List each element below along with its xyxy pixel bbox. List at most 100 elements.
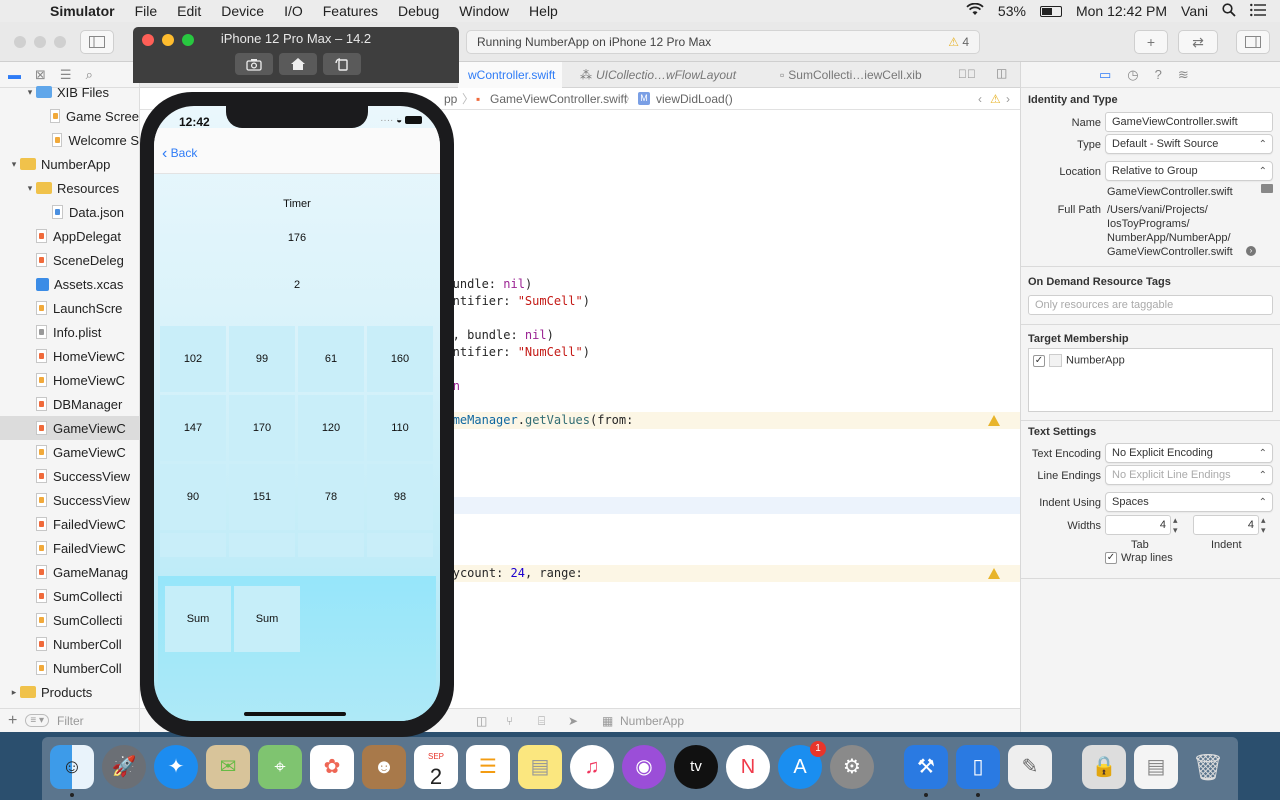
number-cell[interactable]: 147 xyxy=(160,395,226,461)
notes-icon[interactable]: ▤ xyxy=(518,745,562,789)
navigator-toggle-button[interactable] xyxy=(80,30,114,54)
number-cell[interactable]: 160 xyxy=(367,326,433,392)
number-cell[interactable]: 99 xyxy=(229,326,295,392)
navigator-item[interactable]: Info.plist xyxy=(0,320,139,344)
music-icon[interactable]: ♫ xyxy=(570,745,614,789)
menu-help[interactable]: Help xyxy=(519,3,568,19)
memory-graph-icon[interactable]: ⑂ xyxy=(506,714,513,728)
sum-collection-view[interactable]: Sum Sum xyxy=(158,576,436,721)
launchpad-icon[interactable]: 🚀 xyxy=(102,745,146,789)
jump-bar-file[interactable]: GameViewController.swift xyxy=(490,88,627,110)
battery-icon[interactable] xyxy=(1039,5,1062,17)
chevron-left-icon[interactable]: ‹ xyxy=(978,88,982,110)
navigator-item[interactable]: NumberColl xyxy=(0,632,139,656)
warning-icon[interactable]: ⚠ xyxy=(990,88,1001,110)
screenshot-button[interactable] xyxy=(235,53,273,75)
menu-edit[interactable]: Edit xyxy=(167,3,211,19)
sum-cell[interactable]: Sum xyxy=(165,586,231,652)
warning-icon[interactable] xyxy=(988,568,1000,579)
navigator-item[interactable]: GameViewC xyxy=(0,416,139,440)
mail-icon[interactable]: ✉ xyxy=(206,745,250,789)
home-button[interactable] xyxy=(279,53,317,75)
menu-io[interactable]: I/O xyxy=(274,3,313,19)
history-inspector-tab-icon[interactable]: ◷ xyxy=(1127,67,1138,83)
tab-sum-collection-view-cell-xib[interactable]: ▫ SumCollecti…iewCell.xib xyxy=(770,62,950,88)
wifi-icon[interactable] xyxy=(966,2,984,20)
number-cell[interactable] xyxy=(367,533,433,557)
reminders-icon[interactable]: ☰ xyxy=(466,745,510,789)
simulator-icon[interactable]: ▯ xyxy=(956,745,1000,789)
indent-width-stepper[interactable]: ▴ ▾ xyxy=(1261,515,1266,535)
code-review-button[interactable]: ⇄ xyxy=(1178,30,1218,54)
editor-options-icon[interactable]: ☰⃞ xyxy=(958,67,976,81)
app-store-icon[interactable]: A1 xyxy=(778,741,826,789)
disclosure-open-icon[interactable]: ▾ xyxy=(8,159,20,170)
menu-user[interactable]: Vani xyxy=(1181,3,1208,19)
disclosure-open-icon[interactable]: ▾ xyxy=(24,183,36,194)
location-popup[interactable]: Relative to Group xyxy=(1105,161,1273,181)
tab-uicollectionview-flow-layout[interactable]: ⁂ UICollectio…wFlowLayout xyxy=(570,62,750,88)
back-button[interactable]: ‹ Back xyxy=(162,144,197,162)
contacts-icon[interactable]: ☻ xyxy=(362,745,406,789)
inspector-toggle-button[interactable] xyxy=(1236,30,1270,54)
name-field[interactable]: GameViewController.swift xyxy=(1105,112,1273,132)
indent-width-field[interactable]: 4 xyxy=(1193,515,1259,535)
navigator-item[interactable]: ▾ Resources xyxy=(0,176,139,200)
number-cell[interactable]: 98 xyxy=(367,464,433,530)
navigator-item[interactable]: FailedViewC xyxy=(0,536,139,560)
navigator-item[interactable]: SceneDeleg xyxy=(0,248,139,272)
number-cell[interactable]: 102 xyxy=(160,326,226,392)
disclosure-open-icon[interactable]: ▾ xyxy=(24,87,36,98)
project-navigator-tab-icon[interactable]: ▬ xyxy=(8,67,21,82)
menu-clock[interactable]: Mon 12:42 PM xyxy=(1076,3,1167,19)
menu-features[interactable]: Features xyxy=(313,3,388,19)
filter-options-icon[interactable]: ≡ ▾ xyxy=(25,714,49,727)
find-tab-icon[interactable]: ⌕ xyxy=(86,67,93,83)
encoding-popup[interactable]: No Explicit Encoding xyxy=(1105,443,1273,463)
type-popup[interactable]: Default - Swift Source xyxy=(1105,134,1273,154)
safari-icon[interactable]: ✦ xyxy=(154,745,198,789)
tab-game-view-controller[interactable]: wController.swift xyxy=(458,62,562,88)
symbol-tab-icon[interactable]: ☰ xyxy=(60,67,72,83)
navigator-filter-input[interactable]: Filter xyxy=(57,714,84,728)
podcasts-icon[interactable]: ◉ xyxy=(622,745,666,789)
checkbox-checked-icon[interactable]: ✓ xyxy=(1033,354,1045,367)
navigator-item[interactable]: ▸ Products xyxy=(0,680,139,704)
jump-bar-project[interactable]: pp xyxy=(444,88,457,110)
number-cell[interactable] xyxy=(160,533,226,557)
navigator-item[interactable]: DBManager xyxy=(0,392,139,416)
system-preferences-icon[interactable]: ⚙ xyxy=(830,745,874,789)
xcode-icon[interactable]: ⚒ xyxy=(904,745,948,789)
navigator-item[interactable]: SumCollecti xyxy=(0,584,139,608)
target-row[interactable]: ✓ NumberApp xyxy=(1033,354,1125,367)
environment-icon[interactable]: ⌸ xyxy=(538,714,545,729)
navigator-item[interactable]: SuccessView xyxy=(0,464,139,488)
location-icon[interactable]: ➤ xyxy=(568,714,578,728)
trash-icon[interactable]: 🗑 xyxy=(1186,745,1230,789)
line-endings-popup[interactable]: No Explicit Line Endings xyxy=(1105,465,1273,485)
number-cell[interactable]: 78 xyxy=(298,464,364,530)
textedit-icon[interactable]: ✎ xyxy=(1008,745,1052,789)
wrap-lines-checkbox[interactable]: ✓ Wrap lines xyxy=(1105,552,1173,565)
menu-window[interactable]: Window xyxy=(449,3,519,19)
menu-device[interactable]: Device xyxy=(211,3,274,19)
debug-scheme-label[interactable]: NumberApp xyxy=(620,714,684,728)
news-icon[interactable]: N xyxy=(726,745,770,789)
chevron-right-icon[interactable]: › xyxy=(1006,88,1010,110)
photos-icon[interactable]: ✿ xyxy=(310,745,354,789)
indent-using-popup[interactable]: Spaces xyxy=(1105,492,1273,512)
number-cell[interactable] xyxy=(298,533,364,557)
navigator-item[interactable]: Game Scree xyxy=(0,104,139,128)
reveal-arrow-icon[interactable]: › xyxy=(1246,246,1256,256)
control-center-icon[interactable] xyxy=(1250,3,1266,20)
menu-file[interactable]: File xyxy=(125,3,168,19)
number-cell[interactable]: 151 xyxy=(229,464,295,530)
sum-cell[interactable]: Sum xyxy=(234,586,300,652)
navigator-item[interactable]: ▾ XIB Files xyxy=(0,80,139,104)
attributes-inspector-tab-icon[interactable]: ≋ xyxy=(1178,67,1189,83)
odr-tags-field[interactable]: Only resources are taggable xyxy=(1028,295,1273,315)
menu-app-name[interactable]: Simulator xyxy=(40,3,125,19)
help-inspector-tab-icon[interactable]: ? xyxy=(1155,67,1162,82)
number-cell[interactable] xyxy=(229,533,295,557)
navigator-item[interactable]: NumberColl xyxy=(0,656,139,680)
